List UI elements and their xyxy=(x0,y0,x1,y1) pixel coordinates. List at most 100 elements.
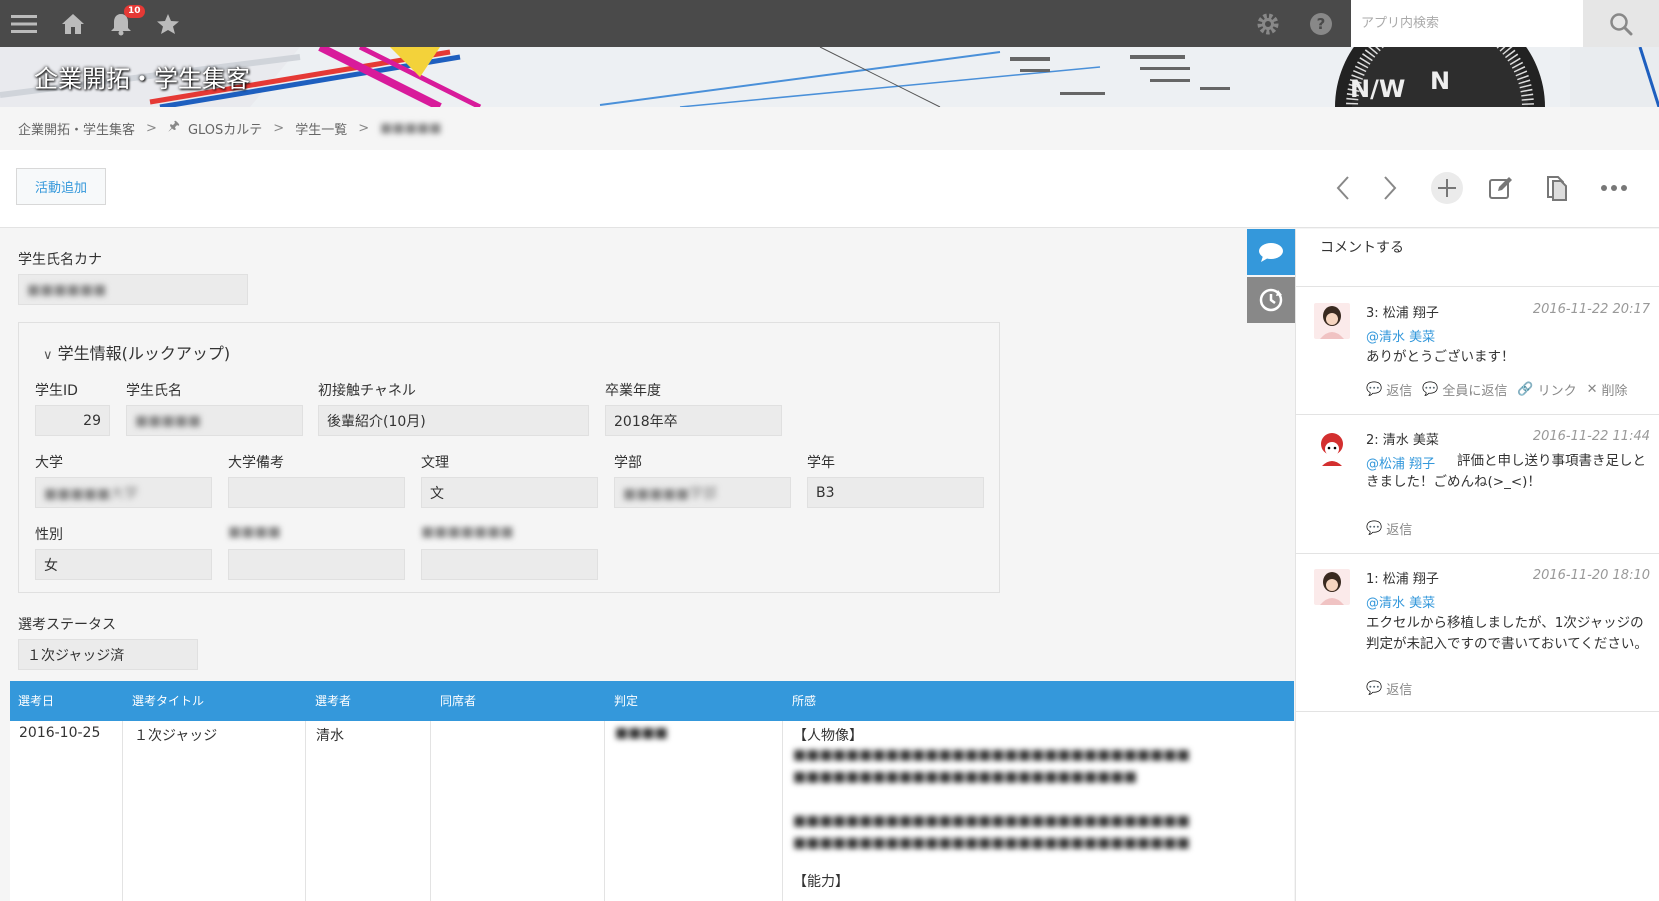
breadcrumb-item-space[interactable]: 企業開拓・学生集客 xyxy=(18,119,135,138)
edit-record-button[interactable] xyxy=(1483,170,1519,206)
breadcrumb-item-app[interactable]: GLOSカルテ xyxy=(188,119,262,138)
help-icon[interactable]: ? xyxy=(1306,0,1336,47)
reply-label: 返信 xyxy=(1386,683,1413,698)
group-title: 学生情報(ルックアップ) xyxy=(57,344,231,363)
kana-label: 学生氏名カナ xyxy=(18,252,102,268)
history-icon xyxy=(1259,288,1283,312)
comment-actions: 💬 返信 xyxy=(1366,519,1412,538)
comment-mention[interactable]: @松浦 翔子 xyxy=(1366,453,1435,472)
hidden-field-2 xyxy=(421,549,598,580)
menu-icon[interactable] xyxy=(6,0,42,47)
chat-icon: 💬 xyxy=(1366,382,1383,397)
column-divider xyxy=(604,721,605,901)
group-toggle[interactable]: ∨ 学生情報(ルックアップ) xyxy=(43,340,230,364)
cell-impression-line: ■■■■■■■■■■■■■■■■■■■■■■■■■■■■■■ xyxy=(793,813,1190,829)
home-icon[interactable] xyxy=(58,0,88,47)
previous-record-button[interactable] xyxy=(1325,170,1361,206)
column-divider xyxy=(782,721,783,901)
column-divider xyxy=(305,721,306,901)
chevron-down-icon: ∨ xyxy=(43,348,53,363)
comment-mention[interactable]: @清水 美菜 xyxy=(1366,592,1435,611)
comment-actions: 💬 返信 xyxy=(1366,679,1412,698)
history-tab[interactable] xyxy=(1247,277,1295,323)
student-name-field: ■■■■■ xyxy=(126,405,303,436)
breadcrumb-item-record: ■■■■■ xyxy=(380,120,442,136)
breadcrumb-separator: > xyxy=(358,120,370,136)
link-button[interactable]: 🔗 リンク xyxy=(1517,380,1576,399)
column-divider xyxy=(430,721,431,901)
reply-all-button[interactable]: 💬 全員に返信 xyxy=(1422,380,1507,399)
comments-tab[interactable] xyxy=(1247,229,1295,275)
kana-value: ■■■■■■ xyxy=(27,281,107,298)
chat-icon: 💬 xyxy=(1366,681,1383,696)
reply-all-label: 全員に返信 xyxy=(1442,384,1508,399)
status-label: 選考ステータス xyxy=(18,617,116,633)
cell-impression-heading: 【能力】 xyxy=(793,874,849,890)
cell-judgement: ■■■■ xyxy=(615,725,668,741)
breadcrumb-separator: > xyxy=(273,120,285,136)
top-bar: 10 ? xyxy=(0,0,1659,47)
faculty-field: ■■■■■学部 xyxy=(614,477,791,508)
search-box xyxy=(1351,0,1659,47)
plus-icon xyxy=(1431,172,1463,204)
breadcrumb: 企業開拓・学生集客 > 🖈 GLOSカルテ > 学生一覧 > ■■■■■ xyxy=(18,118,442,138)
comment-item: 1: 松浦 翔子 2016-11-20 18:10 @清水 美菜 エクセルから移… xyxy=(1296,554,1659,712)
cell-impression-line: ■■■■■■■■■■■■■■■■■■■■■■■■■■■■■■ xyxy=(793,747,1190,763)
app-title: 企業開拓・学生集客 xyxy=(34,65,250,93)
gender-field: 女 xyxy=(35,549,212,580)
comment-item: 2: 清水 美菜 2016-11-22 11:44 評価と申し送り事項書き足しと… xyxy=(1296,415,1659,554)
edit-icon xyxy=(1489,177,1512,199)
first-contact-field: 後輩紹介(10月) xyxy=(318,405,589,436)
speech-bubble-icon xyxy=(1259,243,1283,262)
comment-input[interactable]: コメントする xyxy=(1296,229,1659,287)
search-button[interactable] xyxy=(1583,0,1659,47)
avatar xyxy=(1314,303,1350,339)
search-input[interactable] xyxy=(1351,0,1583,47)
student-id-label: 学生ID xyxy=(35,383,78,399)
app-banner: N/W N 企業開拓・学生集客 xyxy=(0,47,1659,107)
university-field: ■■■■■大学 xyxy=(35,477,212,508)
star-icon[interactable] xyxy=(154,0,182,47)
column-header-title: 選考タイトル xyxy=(132,694,205,708)
next-record-button[interactable] xyxy=(1372,170,1408,206)
breadcrumb-item-list[interactable]: 学生一覧 xyxy=(295,119,347,138)
hidden-field-1 xyxy=(228,549,405,580)
student-info-group: ∨ 学生情報(ルックアップ) 学生ID 29 学生氏名 ■■■■■ 初接触チャネ… xyxy=(18,322,1000,593)
chat-icon: 💬 xyxy=(1422,382,1439,397)
student-name-label: 学生氏名 xyxy=(126,383,182,399)
university-note-label: 大学備考 xyxy=(228,455,284,471)
search-icon xyxy=(1610,12,1633,35)
add-activity-button[interactable]: 活動追加 xyxy=(16,168,106,205)
comment-body: エクセルから移植しましたが、1次ジャッジの判定が未記入ですので書いておいてくださ… xyxy=(1366,615,1648,652)
hidden-field-1-label: ■■■■ xyxy=(228,524,281,540)
comment-date: 2016-11-20 18:10 xyxy=(1532,568,1650,583)
more-options-button[interactable] xyxy=(1596,170,1632,206)
reply-button[interactable]: 💬 返信 xyxy=(1366,380,1412,399)
reply-label: 返信 xyxy=(1386,523,1413,538)
delete-button[interactable]: ✕ 削除 xyxy=(1587,380,1628,399)
gear-icon[interactable] xyxy=(1253,0,1283,47)
comment-item: 3: 松浦 翔子 2016-11-22 20:17 @清水 美菜 ありがとうござ… xyxy=(1296,288,1659,415)
svg-text:?: ? xyxy=(1317,15,1326,33)
column-header-selector: 選考者 xyxy=(315,694,352,708)
add-record-button[interactable] xyxy=(1429,170,1465,206)
copy-document-icon xyxy=(1547,176,1567,201)
university-note-field xyxy=(228,477,405,508)
duplicate-record-button[interactable] xyxy=(1539,170,1575,206)
comment-mention[interactable]: @清水 美菜 xyxy=(1366,326,1435,345)
humanities-science-label: 文理 xyxy=(421,455,449,471)
reply-button[interactable]: 💬 返信 xyxy=(1366,679,1412,698)
table-row: 2016-10-25 １次ジャッジ 清水 ■■■■ 【人物像】 ■■■■■■■■… xyxy=(10,721,1294,901)
column-divider xyxy=(122,721,123,901)
cell-impression-line: ■■■■■■■■■■■■■■■■■■■■■■■■■■■■■■ xyxy=(793,835,1190,851)
faculty-label: 学部 xyxy=(614,455,642,471)
grade-label: 学年 xyxy=(807,455,835,471)
reply-button[interactable]: 💬 返信 xyxy=(1366,519,1412,538)
link-icon: 🔗 xyxy=(1517,382,1534,397)
column-header-impression: 所感 xyxy=(792,694,817,708)
breadcrumb-separator: > xyxy=(146,120,157,136)
cell-selector: 清水 xyxy=(316,728,344,744)
grade-field: B3 xyxy=(807,477,984,508)
bell-icon[interactable]: 10 xyxy=(106,0,145,47)
link-label: リンク xyxy=(1537,384,1577,399)
